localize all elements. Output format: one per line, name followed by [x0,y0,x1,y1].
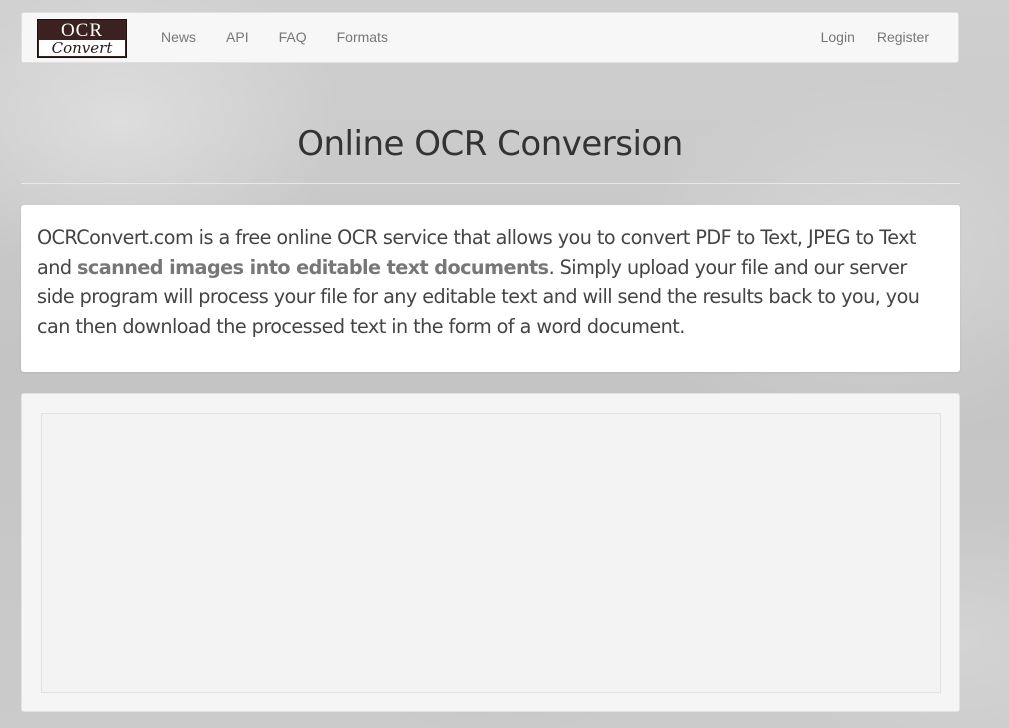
nav-link-formats[interactable]: Formats [322,13,403,62]
logo-text-ocr: OCR [60,20,104,41]
nav-link-news[interactable]: News [146,13,211,62]
nav-left-links: News API FAQ Formats [146,13,403,62]
upload-panel [21,393,960,712]
title-divider [21,183,960,184]
logo-text-convert: Convert [39,40,125,56]
register-link[interactable]: Register [866,13,940,62]
top-navbar: OCR Convert News API FAQ Formats Login R… [21,12,959,63]
page-title: Online OCR Conversion [297,124,683,164]
nav-link-faq[interactable]: FAQ [264,13,322,62]
nav-link-api[interactable]: API [211,13,264,62]
ocrconvert-logo[interactable]: OCR Convert [37,19,127,58]
login-link[interactable]: Login [810,13,866,62]
intro-text-highlight: scanned images into editable text docume… [77,255,549,279]
intro-panel: OCRConvert.com is a free online OCR serv… [21,205,960,372]
nav-right-links: Login Register [810,13,940,62]
file-drop-area[interactable] [41,413,941,693]
intro-paragraph: OCRConvert.com is a free online OCR serv… [37,223,945,341]
